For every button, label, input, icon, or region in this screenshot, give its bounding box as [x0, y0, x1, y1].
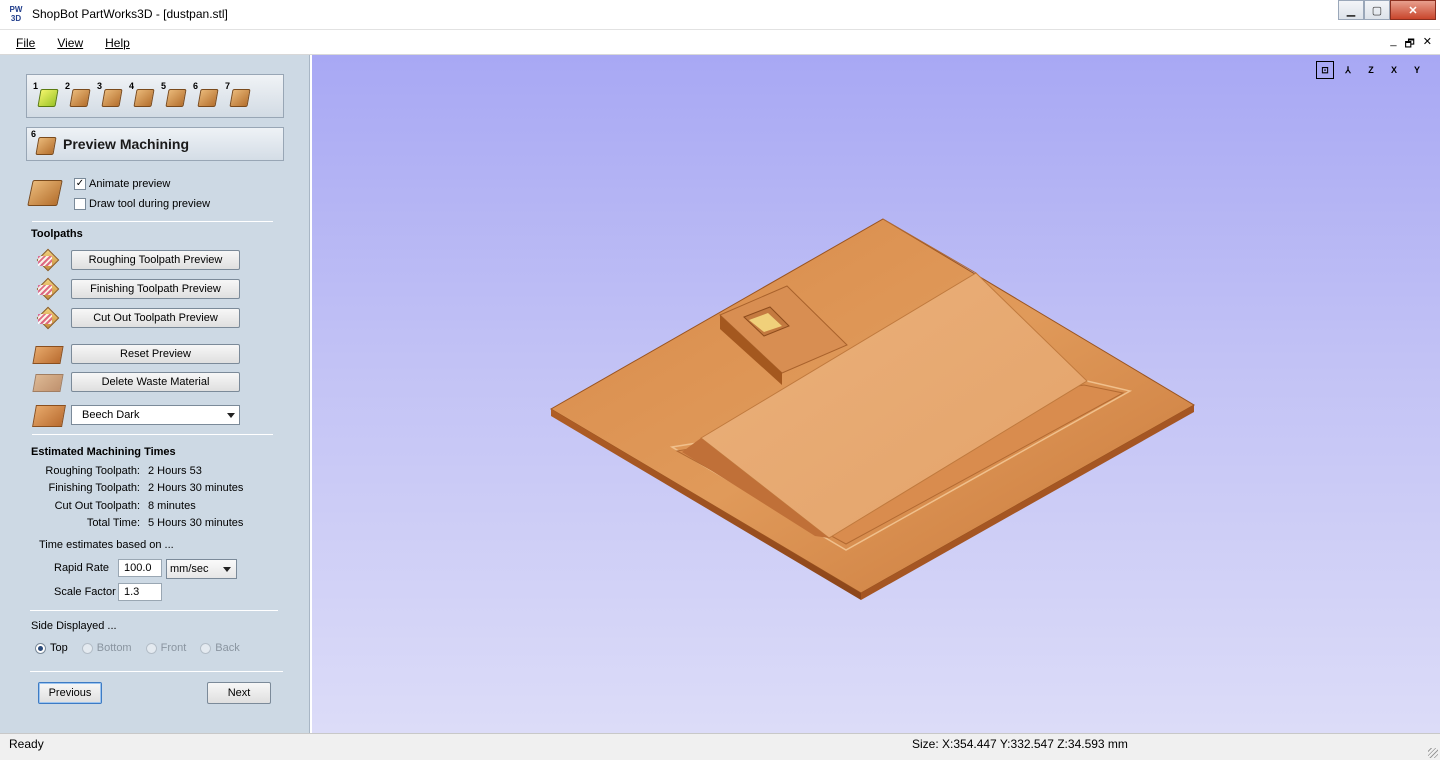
side-top-radio[interactable]: Top [35, 642, 68, 654]
preview-block-icon [27, 180, 63, 206]
divider [30, 671, 283, 672]
app-logo-icon: PW 3D [9, 5, 23, 23]
mdi-restore-icon[interactable]: 🗗 [1404, 35, 1414, 54]
rapid-rate-label: Rapid Rate [54, 562, 110, 574]
close-button[interactable]: ✕ [1390, 0, 1436, 20]
chevron-down-icon [223, 567, 231, 572]
status-bar: Ready Size: X:354.447 Y:332.547 Z:34.593… [0, 733, 1440, 760]
times-title: Estimated Machining Times [31, 446, 176, 458]
menu-file[interactable]: File [12, 34, 39, 52]
rapid-unit-value: mm/sec [170, 563, 209, 575]
reset-block-icon [32, 346, 64, 364]
rapid-rate-input[interactable]: 100.0 [118, 559, 162, 577]
previous-button[interactable]: Previous [38, 682, 102, 704]
draw-tool-checkbox[interactable]: Draw tool during preview [74, 198, 210, 210]
scale-factor-input[interactable]: 1.3 [118, 583, 162, 601]
toolpaths-title: Toolpaths [31, 228, 83, 240]
mdi-controls: _ 🗗 ✕ [1390, 35, 1432, 54]
chevron-down-icon [227, 413, 235, 418]
section-title: Preview Machining [63, 136, 190, 152]
menu-view[interactable]: View [53, 34, 87, 52]
roughing-preview-button[interactable]: Roughing Toolpath Preview [71, 250, 240, 270]
next-button[interactable]: Next [207, 682, 271, 704]
time-row: Cut Out Toolpath: 8 minutes [54, 500, 196, 512]
resize-grip-icon[interactable] [1428, 748, 1438, 758]
menu-help[interactable]: Help [101, 34, 134, 52]
draw-tool-label: Draw tool during preview [89, 198, 211, 210]
minimize-button[interactable]: ▁ [1338, 0, 1364, 20]
model-render [550, 218, 1195, 600]
time-row: Total Time: 5 Hours 30 minutes [86, 517, 244, 529]
side-front-radio[interactable]: Front [145, 642, 186, 654]
left-panel: 1 2 3 4 5 6 7 6 Preview Machining ✓ Anim… [0, 55, 310, 733]
model-size-icon[interactable]: 1 [33, 81, 59, 109]
roughing-toolpath-icon[interactable]: 3 [97, 81, 123, 109]
title-bar: PW 3D ShopBot PartWorks3D - [dustpan.stl… [0, 0, 1440, 30]
reset-preview-button[interactable]: Reset Preview [71, 344, 240, 364]
delete-waste-button[interactable]: Delete Waste Material [71, 372, 240, 392]
roughing-icon [36, 248, 62, 272]
time-row: Finishing Toolpath: 2 Hours 30 minutes [48, 482, 244, 494]
mdi-close-icon[interactable]: ✕ [1423, 35, 1432, 54]
rapid-rate-row: Rapid Rate 100.0 [54, 559, 162, 577]
material-select-value: Beech Dark [82, 409, 140, 421]
scale-factor-label: Scale Factor [54, 586, 116, 598]
finishing-preview-button[interactable]: Finishing Toolpath Preview [71, 279, 240, 299]
waste-block-icon [32, 374, 64, 392]
animate-preview-label: Animate preview [89, 178, 171, 190]
scale-factor-row: Scale Factor 1.3 [54, 583, 162, 601]
divider [30, 610, 278, 611]
estimate-note: Time estimates based on ... [39, 539, 174, 551]
finishing-toolpath-icon[interactable]: 4 [129, 81, 155, 109]
animate-checkbox-box[interactable]: ✓ [74, 178, 86, 190]
maximize-button[interactable]: ▢ [1364, 0, 1390, 20]
cutout-preview-button[interactable]: Cut Out Toolpath Preview [71, 308, 240, 328]
rapid-unit-select[interactable]: mm/sec [166, 559, 237, 579]
3d-viewport[interactable]: ⊡ ⅄ Z X Y [312, 55, 1440, 733]
material-swatch-icon [32, 405, 66, 427]
position-model-icon[interactable]: 2 [65, 81, 91, 109]
side-back-radio[interactable]: Back [200, 642, 240, 654]
cutout-icon [36, 306, 62, 330]
finishing-icon [36, 277, 62, 301]
preview-machining-header-icon: 6 [31, 129, 57, 157]
stage-toolbar: 1 2 3 4 5 6 7 [26, 74, 284, 118]
section-header: 6 Preview Machining [26, 127, 284, 161]
divider [32, 221, 273, 222]
save-toolpaths-icon[interactable]: 7 [225, 81, 251, 109]
side-displayed-title: Side Displayed ... [31, 620, 117, 632]
model-size-readout: Size: X:354.447 Y:332.547 Z:34.593 mm [912, 737, 1128, 751]
draw-tool-checkbox-box[interactable] [74, 198, 86, 210]
mdi-minimize-icon[interactable]: _ [1390, 35, 1396, 54]
preview-machining-icon[interactable]: 6 [193, 81, 219, 109]
animate-preview-checkbox[interactable]: ✓ Animate preview [74, 178, 170, 190]
material-select[interactable]: Beech Dark [71, 405, 240, 425]
window-title: ShopBot PartWorks3D - [dustpan.stl] [32, 7, 228, 21]
side-bottom-radio[interactable]: Bottom [81, 642, 132, 654]
side-radio-group: Top Bottom Front Back [35, 642, 254, 654]
cutout-toolpath-icon[interactable]: 5 [161, 81, 187, 109]
status-text: Ready [9, 737, 44, 751]
divider [32, 434, 273, 435]
window-controls: ▁ ▢ ✕ [1338, 0, 1436, 20]
menu-bar: File View Help _ 🗗 ✕ [0, 31, 1440, 55]
time-row: Roughing Toolpath: 2 Hours 53 [45, 465, 202, 477]
